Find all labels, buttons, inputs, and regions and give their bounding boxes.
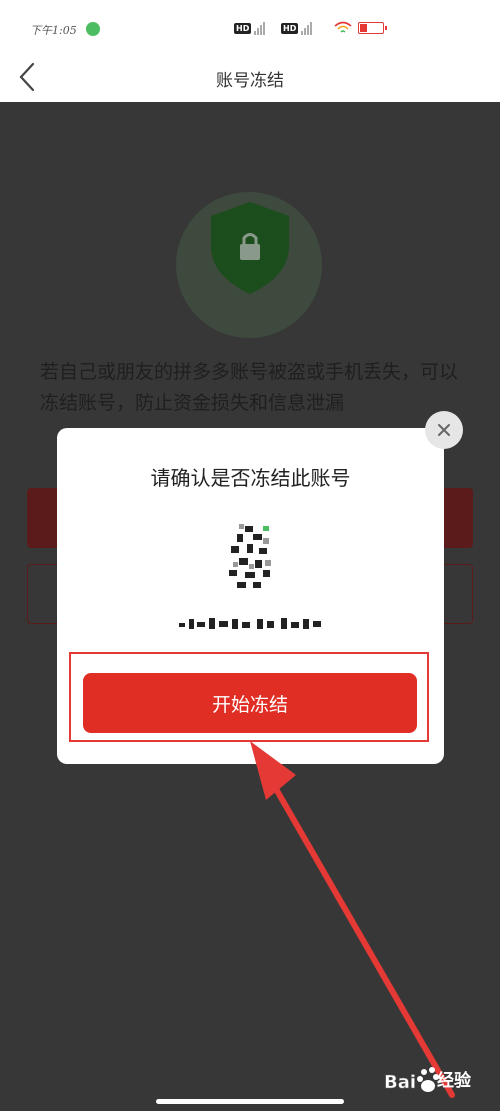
nav-bar: 账号冻结 [0,52,500,102]
dialog-title: 请确认是否冻结此账号 [150,466,351,490]
start-freeze-button[interactable]: 开始冻结 [83,673,417,733]
wifi-icon [334,21,352,33]
hd-badge: HD [234,23,252,34]
shield-lock-icon [211,202,289,294]
close-dialog-button[interactable] [425,411,463,449]
avatar [229,524,271,588]
home-indicator[interactable] [156,1099,344,1104]
freeze-description: 若自己或朋友的拼多多账号被盗或手机丢失，可以冻结账号，防止资金损失和信息泄漏 [40,361,459,414]
wechat-notification-icon [86,22,100,36]
signal-icon-2 [301,21,312,35]
username-obscured [179,618,321,629]
confirm-freeze-dialog: 请确认是否冻结此账号 开始冻结 [57,428,444,764]
close-icon [438,424,450,436]
battery-icon [358,22,387,34]
page-title: 账号冻结 [216,71,284,91]
svg-text:Bai: Bai [384,1072,416,1093]
status-time: 下午1:05 [30,24,77,37]
watermark-text: 经验 [437,1071,471,1091]
status-bar: 下午1:05 HD HD [0,0,500,52]
signal-icon [254,21,265,35]
hd-badge-2: HD [281,23,299,34]
shield-halo [176,192,322,338]
